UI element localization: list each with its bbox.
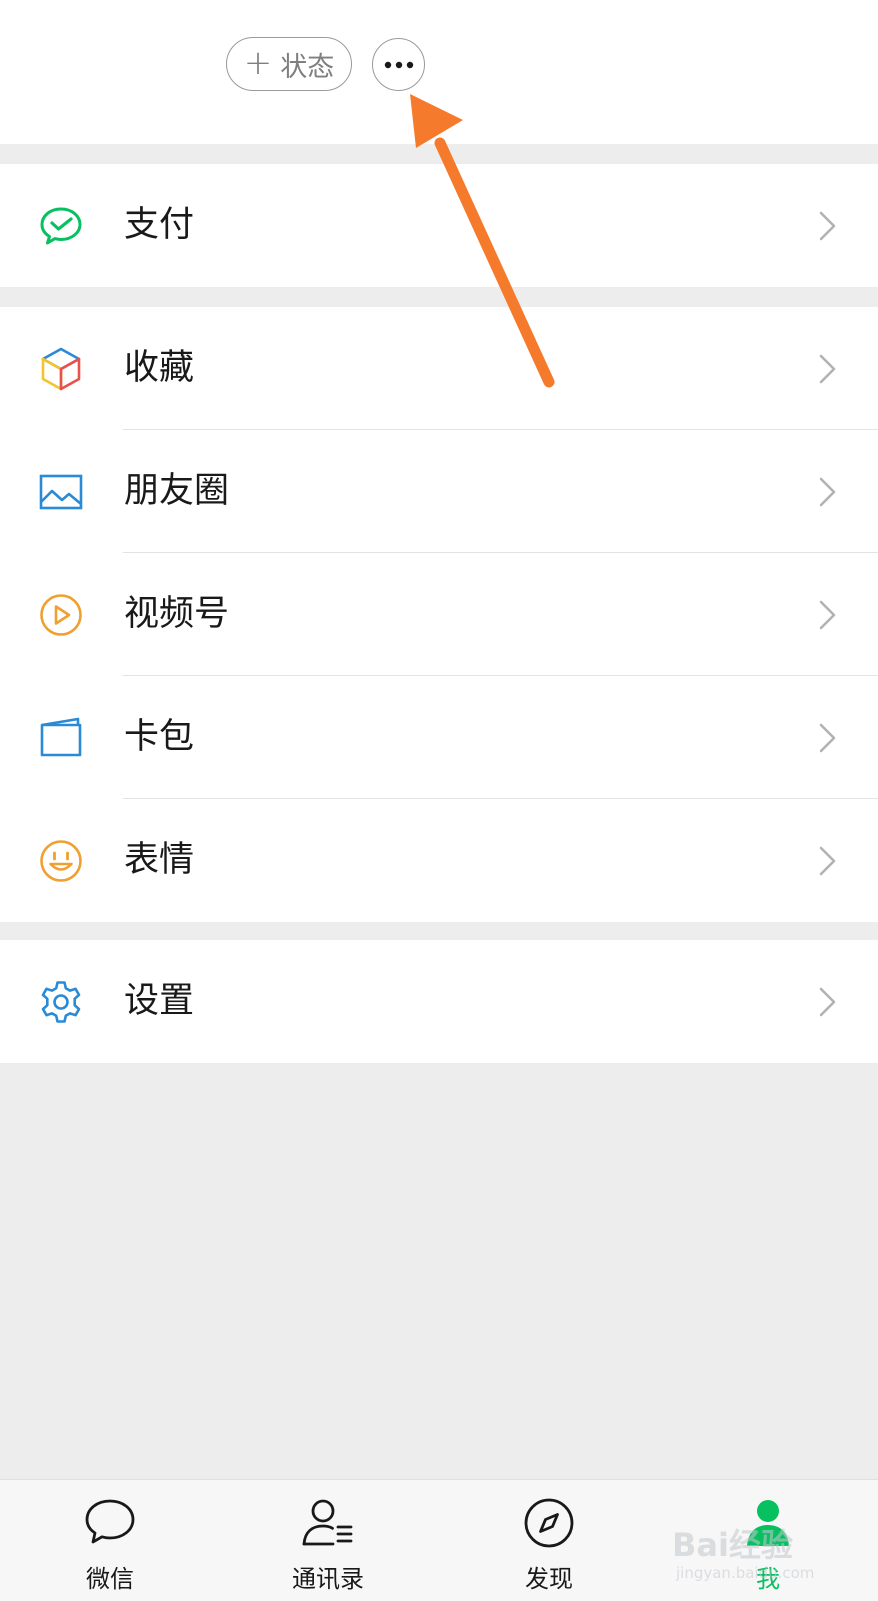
add-status-button[interactable]: + 状态 [226, 37, 352, 91]
main-menu-section: 收藏 朋友圈 视频号 卡包 表情 [0, 307, 878, 922]
chevron-right-icon [819, 723, 836, 753]
tab-label: 通讯录 [292, 1565, 364, 1593]
picture-icon [39, 474, 83, 510]
play-circle-icon [40, 594, 82, 636]
watermark-brand: Bai经验 [672, 1526, 793, 1564]
ellipsis-icon [384, 61, 413, 68]
menu-item-label: 表情 [124, 840, 195, 880]
menu-item-channels[interactable]: 视频号 [0, 553, 878, 676]
pay-section: 支付 [0, 164, 878, 287]
wechat-pay-icon [40, 207, 82, 245]
contacts-icon [302, 1499, 353, 1546]
settings-section: 设置 [0, 940, 878, 1063]
menu-item-label: 设置 [124, 981, 195, 1021]
chevron-right-icon [819, 987, 836, 1017]
tab-label: 发现 [525, 1565, 573, 1593]
more-button[interactable] [372, 38, 425, 91]
menu-item-label: 视频号 [124, 594, 230, 634]
baidu-jingyan-watermark: Bai经验 jingyan.baidu.com [672, 1520, 842, 1590]
menu-item-settings[interactable]: 设置 [0, 940, 878, 1063]
profile-header-area: + 状态 [0, 0, 878, 144]
watermark-url: jingyan.baidu.com [676, 1564, 815, 1582]
tab-label: 微信 [86, 1565, 134, 1593]
cube-icon [41, 347, 81, 391]
menu-item-moments[interactable]: 朋友圈 [0, 430, 878, 553]
menu-item-pay[interactable]: 支付 [0, 164, 878, 287]
menu-item-cards[interactable]: 卡包 [0, 676, 878, 799]
menu-item-label: 支付 [124, 205, 195, 245]
tab-contacts[interactable]: 通讯录 [268, 1480, 388, 1601]
tab-discover[interactable]: 发现 [489, 1480, 609, 1601]
compass-icon [524, 1498, 574, 1548]
chevron-right-icon [819, 600, 836, 630]
menu-item-stickers[interactable]: 表情 [0, 799, 878, 922]
menu-item-label: 收藏 [124, 348, 195, 388]
chevron-right-icon [819, 477, 836, 507]
chevron-right-icon [819, 211, 836, 241]
tab-chats[interactable]: 微信 [50, 1480, 170, 1601]
menu-item-favorites[interactable]: 收藏 [0, 307, 878, 430]
chat-bubble-icon [85, 1499, 135, 1544]
chevron-right-icon [819, 846, 836, 876]
card-wallet-icon [40, 717, 82, 757]
plus-icon: + [243, 42, 273, 83]
gear-icon [41, 981, 81, 1023]
menu-item-label: 卡包 [124, 717, 195, 757]
smiley-icon [40, 840, 82, 882]
chevron-right-icon [819, 354, 836, 384]
menu-item-label: 朋友圈 [124, 471, 230, 511]
add-status-label: 状态 [280, 51, 335, 83]
